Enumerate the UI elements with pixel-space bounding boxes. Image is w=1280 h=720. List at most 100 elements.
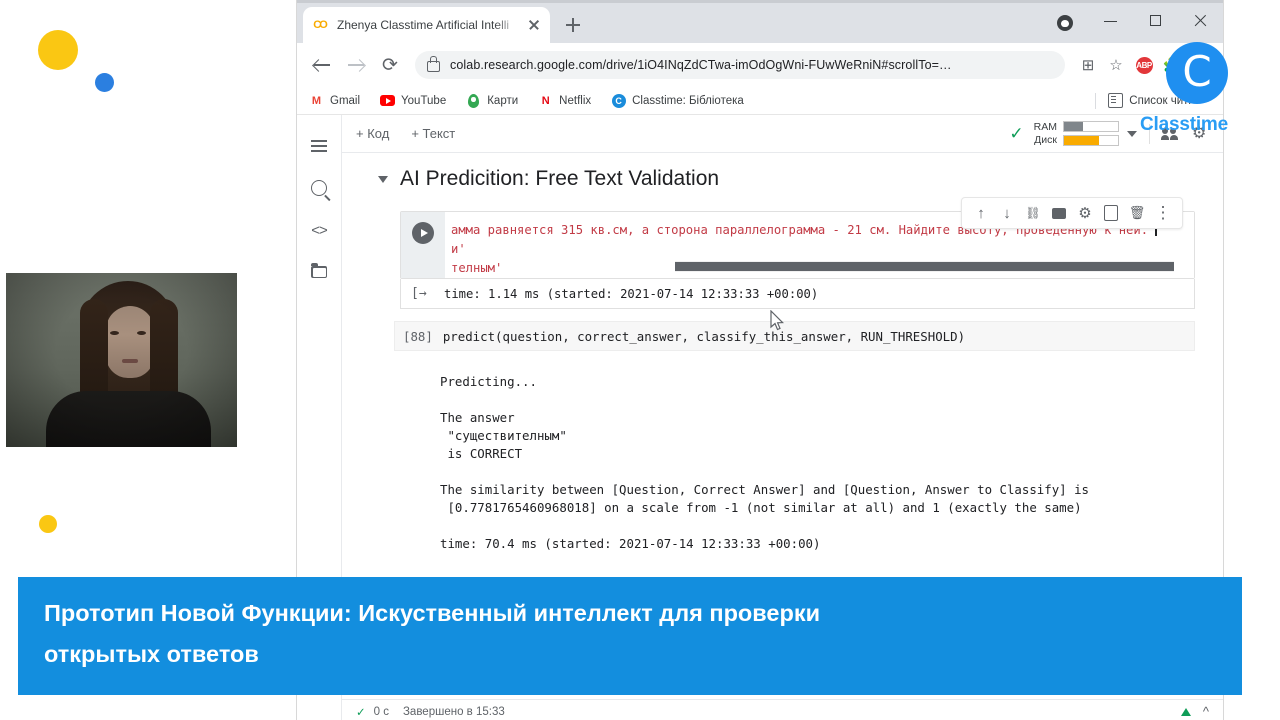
- scrollbar-thumb[interactable]: [675, 262, 1174, 271]
- bookmark-label: Карти: [487, 94, 519, 107]
- reading-list-icon: [1108, 93, 1124, 108]
- youtube-icon: [380, 93, 396, 108]
- code-line-2: и': [451, 242, 466, 256]
- close-window-button[interactable]: [1178, 3, 1223, 39]
- bookmark-label: Classtime: Бібліотека: [632, 94, 744, 107]
- move-cell-up-icon[interactable]: [968, 200, 994, 226]
- add-comment-icon[interactable]: [1046, 200, 1072, 226]
- delete-cell-icon[interactable]: [1124, 200, 1150, 226]
- disk-meter: [1063, 135, 1119, 146]
- stdout-line-5: The similarity between [Question, Correc…: [440, 482, 1090, 497]
- bookmark-star-icon[interactable]: ☆: [1103, 52, 1129, 78]
- cell-execution-output: [→ time: 1.14 ms (started: 2021-07-14 12…: [400, 279, 1195, 309]
- classtime-icon: C: [611, 93, 626, 108]
- collapse-triangle-icon[interactable]: [378, 176, 388, 183]
- bookmark-netflix[interactable]: N Netflix: [538, 93, 591, 108]
- status-duration: 0 с: [373, 705, 389, 718]
- disk-label: Диск: [1034, 133, 1057, 146]
- classtime-c-glyph: C: [1182, 46, 1212, 96]
- sidebar-item-code-snippets[interactable]: <>: [301, 209, 337, 251]
- sidebar-item-table-of-contents[interactable]: [301, 125, 337, 167]
- browser-tab-title: Zhenya Classtime Artificial Intelli: [337, 18, 510, 32]
- classtime-wordmark: Classtime: [1140, 114, 1228, 135]
- decorative-dot-yellow-small: [39, 515, 57, 533]
- colab-toolbar: + Код + Текст ✓ RAM Диск ⚙: [342, 115, 1223, 153]
- run-cell-icon[interactable]: [412, 222, 434, 244]
- browser-toolbar: ⟳ colab.research.google.com/drive/1iO4IN…: [297, 43, 1223, 87]
- stdout-line-7: time: 70.4 ms (started: 2021-07-14 12:33…: [440, 536, 821, 551]
- browser-tab-active[interactable]: CO Zhenya Classtime Artificial Intelli: [303, 7, 550, 43]
- search-icon: [311, 180, 327, 196]
- stdout-line-6: [0.7781765460968018] on a scale from -1 …: [440, 500, 1082, 515]
- slide-canvas: CO Zhenya Classtime Artificial Intelli ⟳…: [0, 0, 1280, 720]
- code-icon: <>: [311, 221, 328, 239]
- classtime-logo-circle: C: [1166, 42, 1228, 104]
- page-title: AI Predicition: Free Text Validation: [400, 167, 720, 190]
- new-tab-button[interactable]: [561, 13, 585, 37]
- stdout-line-1: Predicting...: [440, 374, 537, 389]
- bookmarks-bar: M Gmail YouTube Карти N Netflix C Classt…: [297, 87, 1223, 115]
- copy-to-drive-icon[interactable]: [1098, 200, 1124, 226]
- forward-arrow-icon[interactable]: [341, 50, 371, 80]
- resource-meter[interactable]: ✓ RAM Диск: [1009, 121, 1149, 147]
- decorative-dot-blue-small: [95, 73, 114, 92]
- folder-icon: [311, 263, 327, 278]
- executed-indicator-icon: [1180, 707, 1191, 716]
- add-text-cell-button[interactable]: + Текст: [411, 126, 455, 141]
- colab-status-bar: ✓ 0 с Завершено в 15:33 ^: [342, 699, 1223, 720]
- install-app-icon[interactable]: ⊞: [1075, 52, 1101, 78]
- maps-icon: [466, 93, 481, 108]
- chevron-up-icon[interactable]: ^: [1203, 704, 1209, 719]
- sidebar-item-find-and-replace[interactable]: [301, 167, 337, 209]
- move-cell-down-icon[interactable]: [994, 200, 1020, 226]
- connected-check-icon: ✓: [1009, 124, 1024, 143]
- presenter-webcam-video: [6, 273, 237, 447]
- caption-line-2: открытых ответов: [44, 641, 259, 667]
- classtime-logo: C: [1166, 42, 1228, 104]
- code-cell-wrapper: амма равняется 315 кв.см, а сторона пара…: [400, 197, 1195, 279]
- cell-execution-count: [88]: [403, 328, 433, 344]
- status-completed-text: Завершено в 15:33: [402, 705, 505, 718]
- caption-line-1: Прототип Новой Функции: Искуственный инт…: [44, 600, 821, 626]
- bookmark-label: Gmail: [330, 94, 361, 107]
- notebook-content: AI Predicition: Free Text Validation ↑ ↓…: [342, 153, 1223, 553]
- gmail-icon: M: [311, 94, 322, 107]
- code-cell-predict[interactable]: [88] predict(question, correct_answer, c…: [394, 321, 1195, 351]
- sidebar-item-files[interactable]: [301, 251, 337, 293]
- notebook-stdout-output: Predicting... The answer "существителным…: [440, 373, 1195, 553]
- link-to-cell-icon[interactable]: [1020, 200, 1046, 226]
- output-arrow-icon: [→: [411, 286, 427, 301]
- notebook-section-header[interactable]: AI Predicition: Free Text Validation: [342, 167, 1223, 191]
- stdout-line-4: is CORRECT: [440, 446, 523, 461]
- bookmark-label: Netflix: [559, 94, 592, 107]
- maximize-button[interactable]: [1133, 3, 1178, 39]
- stdout-line-2: The answer: [440, 410, 515, 425]
- slide-caption-banner: Прототип Новой Функции: Искуственный инт…: [18, 577, 1242, 695]
- lock-icon: [427, 55, 440, 72]
- bookmark-maps[interactable]: Карти: [466, 93, 518, 108]
- close-icon[interactable]: [526, 17, 542, 33]
- address-bar-url: colab.research.google.com/drive/1iO4INqZ…: [450, 58, 952, 72]
- adblock-extension-icon[interactable]: ABP: [1131, 52, 1157, 78]
- browser-tabstrip: CO Zhenya Classtime Artificial Intelli: [297, 0, 1223, 43]
- cell-settings-icon[interactable]: [1072, 200, 1098, 226]
- bookmark-youtube[interactable]: YouTube: [380, 93, 446, 108]
- reload-icon[interactable]: ⟳: [375, 50, 405, 80]
- bookmark-classtime[interactable]: C Classtime: Бібліотека: [611, 93, 744, 108]
- toc-icon: [311, 140, 327, 152]
- cell-gutter: [401, 212, 445, 278]
- bookmark-label: YouTube: [401, 94, 447, 107]
- mouse-cursor: [770, 310, 784, 331]
- resource-bars: [1063, 121, 1119, 146]
- chevron-down-icon[interactable]: [1127, 130, 1137, 137]
- code-horizontal-scrollbar[interactable]: [675, 261, 1174, 272]
- profile-badge-icon[interactable]: [1057, 15, 1073, 31]
- back-arrow-icon[interactable]: [307, 50, 337, 80]
- minimize-button[interactable]: [1088, 3, 1133, 39]
- more-options-icon[interactable]: [1150, 200, 1176, 226]
- resource-labels: RAM Диск: [1034, 121, 1057, 147]
- address-bar[interactable]: colab.research.google.com/drive/1iO4INqZ…: [415, 51, 1065, 79]
- window-controls: [1057, 3, 1223, 39]
- add-code-cell-button[interactable]: + Код: [356, 126, 389, 141]
- bookmark-gmail[interactable]: M Gmail: [309, 93, 360, 108]
